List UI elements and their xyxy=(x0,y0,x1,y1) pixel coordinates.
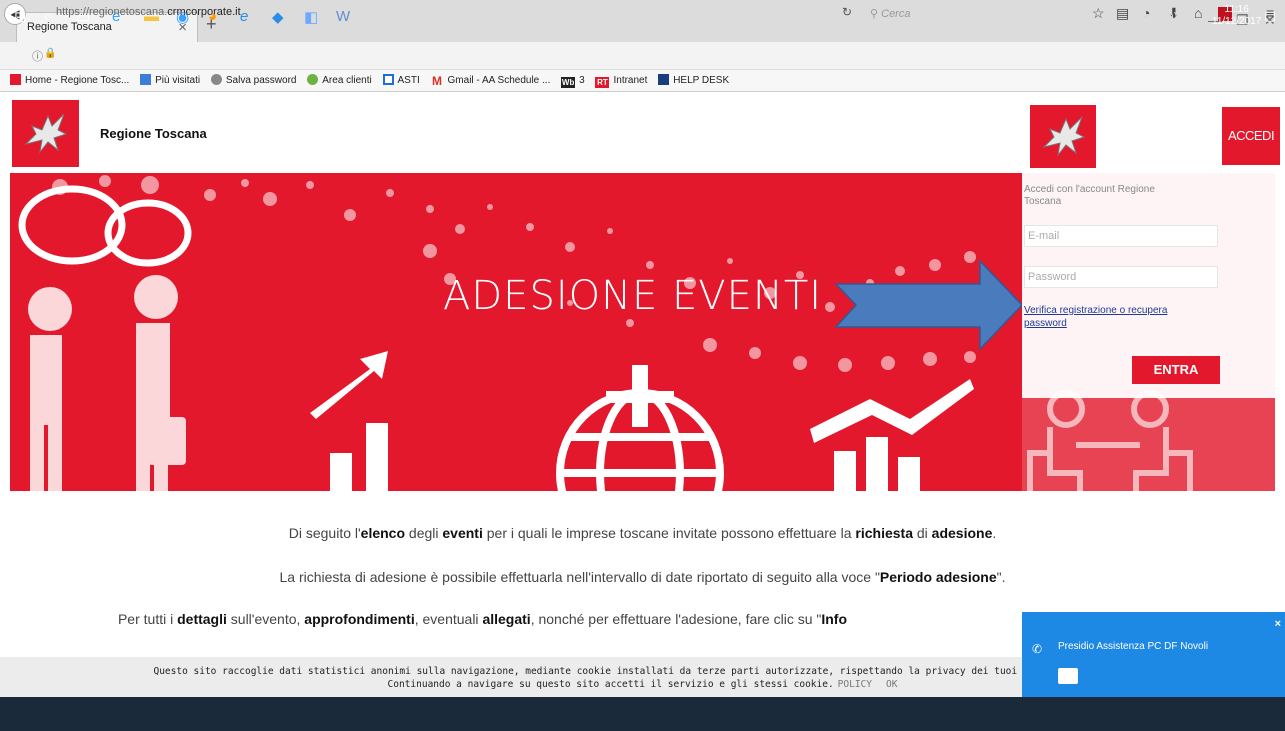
browser-tab-title: Regione Toscana xyxy=(27,21,112,33)
taskbar-clock[interactable]: 11:16 11/12/2017 xyxy=(1212,4,1261,28)
entra-button[interactable]: ENTRA xyxy=(1132,356,1220,384)
home-icon[interactable]: ⌂ xyxy=(1194,5,1202,21)
bookmark-star-icon[interactable]: ☆ xyxy=(1092,5,1105,22)
bookmark-save-password[interactable]: Salva password xyxy=(210,74,296,86)
password-field[interactable]: Password xyxy=(1024,266,1218,288)
cookie-policy-link[interactable]: POLICY xyxy=(838,679,872,690)
reload-icon[interactable]: ↻ xyxy=(842,5,852,19)
system-tray-icons[interactable]: ^ ▭ ◁)) xyxy=(1140,10,1177,23)
folder-icon xyxy=(140,74,152,85)
regione-toscana-logo[interactable] xyxy=(12,100,79,167)
intro-paragraph-2: La richiesta di adesione è possibile eff… xyxy=(279,569,1006,585)
helpdesk-icon xyxy=(658,74,670,85)
pegasus-icon xyxy=(1042,116,1086,157)
bookmark-intranet[interactable]: RT Intranet xyxy=(595,75,647,88)
rt-icon: RT xyxy=(595,77,610,88)
navigation-bar xyxy=(0,42,1285,70)
square-icon xyxy=(382,74,394,85)
info-icon[interactable]: ⓘ xyxy=(32,48,43,64)
bookmarks-bar: Home - Regione Tosc... Più visitati Salv… xyxy=(0,70,1285,92)
intro-paragraph-3: Per tutti i dettagli sull'evento, approf… xyxy=(117,611,848,627)
gmail-icon: M xyxy=(432,74,443,88)
search-placeholder: Cerca xyxy=(881,8,911,20)
annotation-arrow-icon xyxy=(834,259,1024,351)
leaf-icon xyxy=(307,74,319,85)
task-view-icon[interactable]: ▭ xyxy=(76,8,90,26)
search-icon: ⚲ xyxy=(870,8,879,20)
email-placeholder: E-mail xyxy=(1028,230,1060,242)
notifications-icon[interactable]: ▢ xyxy=(1264,8,1276,24)
bookmark-wb[interactable]: Wb 3 xyxy=(561,75,585,88)
bookmark-client-area[interactable]: Area clienti xyxy=(307,74,372,86)
library-icon[interactable]: ▤ xyxy=(1116,5,1129,22)
edge-icon[interactable]: e xyxy=(112,8,120,25)
recover-password-link[interactable]: Verifica registrazione o recupera passwo… xyxy=(1024,304,1204,330)
clock-date: 11/12/2017 xyxy=(1212,16,1262,27)
regione-icon xyxy=(10,74,21,85)
cortana-icon[interactable]: ○ xyxy=(44,8,53,25)
lock-icon: 🔒 xyxy=(44,48,57,59)
chat-title: Presidio Assistenza PC DF Novoli xyxy=(1058,641,1209,652)
bookmark-asti[interactable]: ASTI xyxy=(382,74,420,86)
pegasus-icon xyxy=(24,113,68,154)
site-title[interactable]: Regione Toscana xyxy=(100,126,207,141)
firefox-icon[interactable]: ◕ xyxy=(208,8,217,25)
internet-explorer-icon[interactable]: e xyxy=(240,8,248,25)
bookmark-home[interactable]: Home - Regione Tosc... xyxy=(10,74,129,86)
wb-icon: Wb xyxy=(561,77,576,88)
accedi-button[interactable]: ACCEDI xyxy=(1222,107,1280,165)
contact-card-icon[interactable] xyxy=(1058,668,1078,684)
hero-title: ADESIONE EVENTI xyxy=(443,273,823,319)
phone-icon: ✆ xyxy=(1032,642,1043,656)
search-field[interactable]: ⚲ Cerca xyxy=(870,4,1070,24)
bookmark-most-visited[interactable]: Più visitati xyxy=(140,74,200,86)
outlook-icon[interactable]: ◧ xyxy=(304,8,318,26)
intro-paragraph-1: Di seguito l'elenco degli eventi per i q… xyxy=(288,525,997,541)
windows-taskbar xyxy=(0,697,1285,731)
bookmark-helpdesk[interactable]: HELP DESK xyxy=(658,74,729,86)
bookmark-gmail[interactable]: M Gmail - AA Schedule ... xyxy=(431,74,550,88)
network-app-icon[interactable]: ◆ xyxy=(272,8,284,26)
cookie-ok-button[interactable]: OK xyxy=(886,679,897,690)
login-caption: Accedi con l'account Regione Toscana xyxy=(1024,184,1155,207)
login-logo xyxy=(1030,105,1096,168)
chat-widget[interactable]: × ✆ Presidio Assistenza PC DF Novoli xyxy=(1022,612,1285,697)
file-explorer-icon[interactable]: ▬ xyxy=(144,8,159,25)
cookie-text-line2: Continuando a navigare su questo sito ac… xyxy=(387,679,834,690)
windows-start-icon[interactable]: ⊞ xyxy=(14,8,27,26)
chat-close-icon[interactable]: × xyxy=(1275,618,1281,630)
globe-icon xyxy=(210,74,222,85)
email-field[interactable]: E-mail xyxy=(1024,225,1218,247)
clock-time: 11:16 xyxy=(1224,4,1249,15)
chrome-icon[interactable]: ◉ xyxy=(176,8,189,26)
word-icon[interactable]: W xyxy=(336,8,350,25)
password-placeholder: Password xyxy=(1028,271,1077,283)
